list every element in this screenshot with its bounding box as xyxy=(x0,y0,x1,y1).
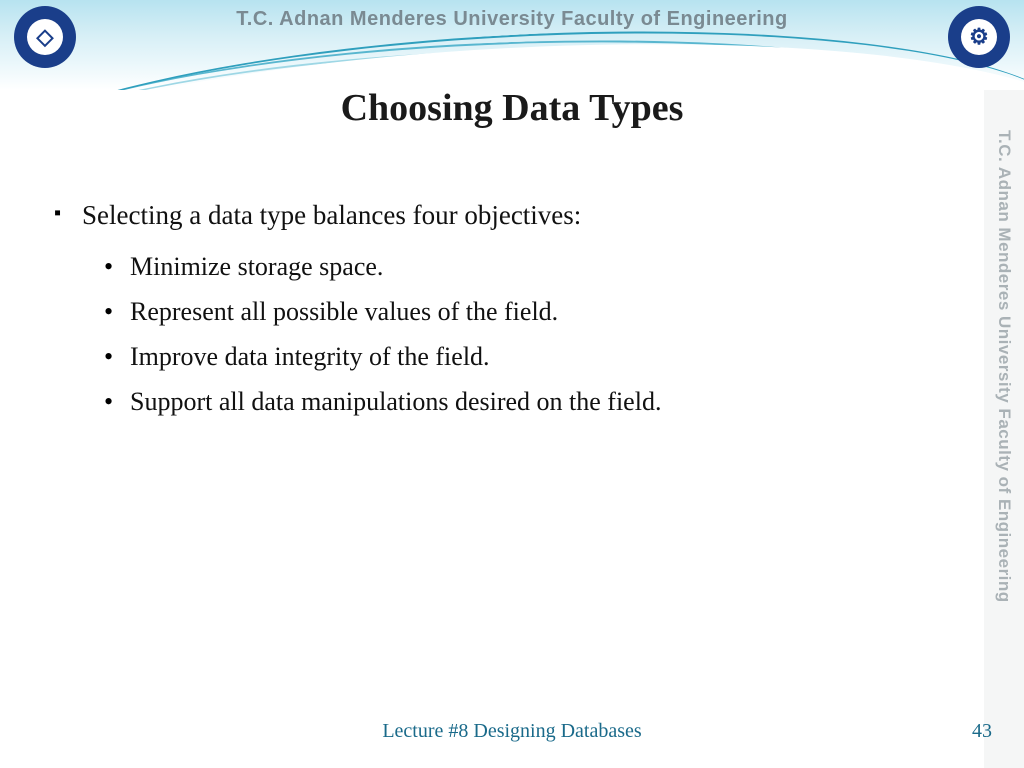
university-logo-left: ◇ xyxy=(14,6,76,68)
sub-bullet-list: Minimize storage space. Represent all po… xyxy=(130,249,964,419)
list-item: Minimize storage space. xyxy=(130,249,964,284)
header-banner: T.C. Adnan Menderes University Faculty o… xyxy=(0,0,1024,90)
slide-content: Selecting a data type balances four obje… xyxy=(82,200,964,429)
header-org-text: T.C. Adnan Menderes University Faculty o… xyxy=(0,8,1024,31)
slide-footer: Lecture #8 Designing Databases 43 xyxy=(0,720,1024,750)
side-watermark-strip: T.C. Adnan Menderes University Faculty o… xyxy=(984,90,1024,768)
slide-title: Choosing Data Types xyxy=(0,86,1024,130)
footer-page-number: 43 xyxy=(972,720,992,743)
side-watermark-text: T.C. Adnan Menderes University Faculty o… xyxy=(994,130,1014,603)
list-item: Represent all possible values of the fie… xyxy=(130,294,964,329)
main-bullet: Selecting a data type balances four obje… xyxy=(82,200,964,231)
list-item: Improve data integrity of the field. xyxy=(130,339,964,374)
logo-icon: ◇ xyxy=(27,19,63,55)
footer-lecture-title: Lecture #8 Designing Databases xyxy=(0,720,1024,743)
logo-icon: ⚙ xyxy=(961,19,997,55)
faculty-logo-right: ⚙ xyxy=(948,6,1010,68)
list-item: Support all data manipulations desired o… xyxy=(130,384,964,419)
